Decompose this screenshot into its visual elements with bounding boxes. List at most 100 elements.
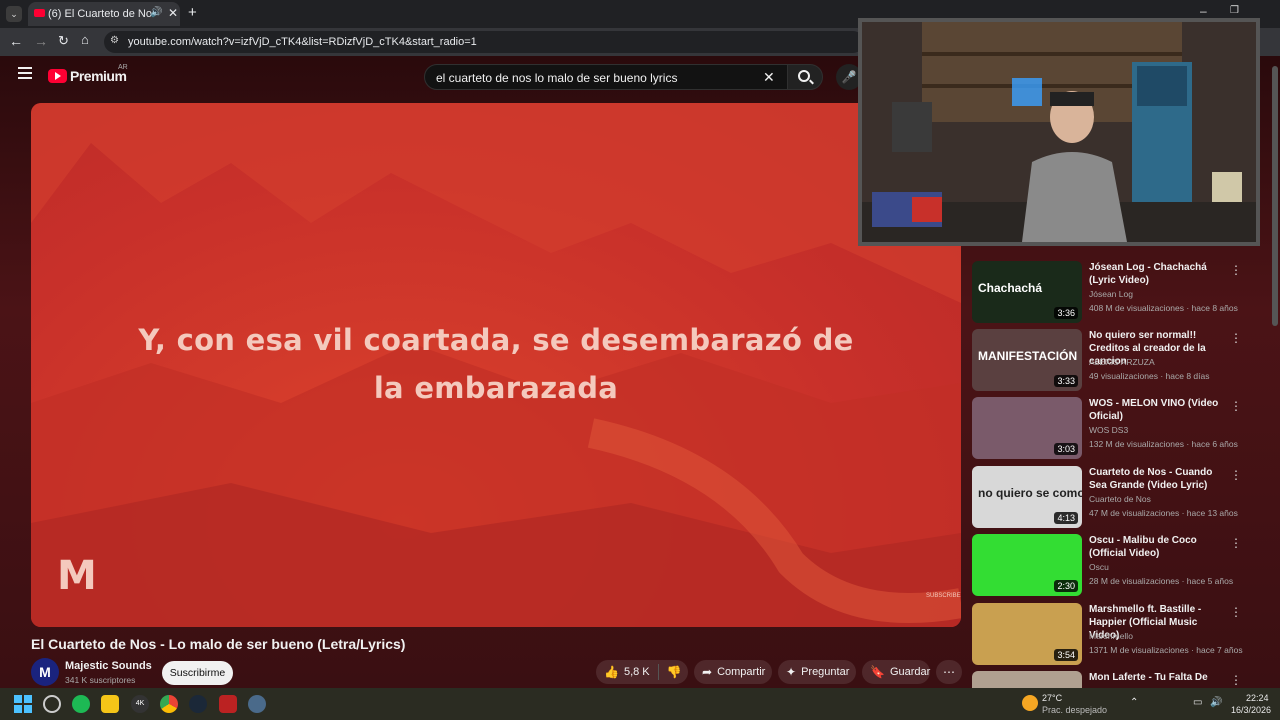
webcam-overlay bbox=[858, 18, 1260, 246]
channel-avatar[interactable]: M bbox=[31, 658, 59, 686]
more-options-icon[interactable]: ⋮ bbox=[1230, 468, 1242, 482]
ask-label: Preguntar bbox=[801, 666, 850, 678]
video-player[interactable]: Y, con esa vil coartada, se desembarazó … bbox=[31, 103, 961, 627]
recommendation-title[interactable]: Mon Laferte - Tu Falta De bbox=[1089, 671, 1227, 684]
lyric-line-2: la embarazada bbox=[373, 371, 619, 405]
recommendation-item[interactable]: 3:03 WOS - MELON VINO (Video Oficial) WOS … bbox=[972, 397, 1272, 463]
weather-temp: 27°C bbox=[1042, 693, 1063, 703]
duration-badge: 3:36 bbox=[1054, 307, 1078, 319]
weather-icon[interactable] bbox=[1022, 695, 1038, 711]
duration-badge: 4:13 bbox=[1054, 512, 1078, 524]
chrome-icon[interactable] bbox=[160, 695, 178, 713]
tray-chevron-icon[interactable]: ⌃ bbox=[1130, 697, 1138, 708]
channel-name[interactable]: Majestic Sounds bbox=[65, 660, 152, 672]
recommendation-item[interactable]: 2:30 Oscu - Malibu de Coco (Official Vide… bbox=[972, 534, 1272, 600]
tab-search-button[interactable]: ⌄ bbox=[6, 6, 22, 22]
search-button[interactable] bbox=[787, 64, 823, 90]
recommendation-meta: 1371 M de visualizaciones · hace 7 años bbox=[1089, 645, 1243, 655]
home-icon[interactable]: ⌂ bbox=[81, 32, 89, 47]
video-thumbnail[interactable]: 2:30 bbox=[972, 534, 1082, 596]
thumbs-up-icon: 👍 bbox=[604, 665, 619, 679]
video-thumbnail[interactable]: 3:54 bbox=[972, 603, 1082, 665]
tab-close-icon[interactable]: ✕ bbox=[168, 6, 178, 20]
recommendation-item[interactable]: MANIFESTACIÓN 3:33 No quiero ser normal!! … bbox=[972, 329, 1272, 395]
recommendation-item[interactable]: Mon Laferte - Tu Falta De ⋮ bbox=[972, 671, 1272, 688]
tab-title: (6) El Cuarteto de Nos - Lo bbox=[48, 8, 152, 20]
minimize-button[interactable]: – bbox=[1200, 4, 1207, 18]
subscribe-button[interactable]: Suscribirme bbox=[162, 661, 233, 685]
duration-badge: 3:03 bbox=[1054, 443, 1078, 455]
watermark-text: M bbox=[57, 553, 97, 599]
thumbnail-text: Chachachá bbox=[978, 281, 1043, 295]
subscriber-count: 341 K suscriptores bbox=[65, 675, 136, 685]
recommendation-channel[interactable]: Jósean Log bbox=[1089, 289, 1133, 299]
more-options-icon[interactable]: ⋮ bbox=[1230, 605, 1242, 619]
volume-icon[interactable]: 🔊 bbox=[1210, 697, 1222, 708]
recommendation-title[interactable]: Oscu - Malibu de Coco (Official Video) bbox=[1089, 534, 1227, 560]
weather-desc: Prac. despejado bbox=[1042, 705, 1108, 715]
restore-button[interactable]: ❐ bbox=[1230, 5, 1239, 16]
more-options-icon[interactable]: ⋮ bbox=[1230, 399, 1242, 413]
reload-icon[interactable]: ↻ bbox=[58, 33, 69, 49]
recommendation-channel[interactable]: Cuarteto de Nos bbox=[1089, 494, 1151, 504]
video-thumbnail[interactable] bbox=[972, 671, 1082, 688]
recommendation-meta: 408 M de visualizaciones · hace 8 años bbox=[1089, 303, 1238, 313]
webcam-scene bbox=[862, 22, 1256, 242]
share-button[interactable]: ➦ Compartir bbox=[694, 660, 772, 684]
thumbs-down-icon[interactable]: 👎 bbox=[667, 665, 682, 679]
menu-icon[interactable] bbox=[18, 67, 32, 79]
taskbar: 4K 27°C Prac. despejado ⌃ ▭ 🔊 22:24 16/3… bbox=[0, 688, 1280, 720]
network-icon[interactable]: ▭ bbox=[1193, 697, 1202, 708]
4k-app-icon[interactable]: 4K bbox=[131, 695, 149, 713]
new-tab-button[interactable]: + bbox=[188, 4, 197, 21]
recommendation-channel[interactable]: Marshmello bbox=[1089, 631, 1133, 641]
recommendation-item[interactable]: Chachachá 3:36 Jósean Log - Chachachá (Lyr… bbox=[972, 261, 1272, 327]
spotify-icon[interactable] bbox=[72, 695, 90, 713]
ask-button[interactable]: ✦ Preguntar bbox=[778, 660, 856, 684]
more-actions-button[interactable]: ⋯ bbox=[936, 660, 962, 684]
audio-playing-icon[interactable]: 🔊 bbox=[150, 7, 162, 18]
like-button[interactable]: 👍 5,8 K bbox=[596, 665, 650, 679]
more-options-icon[interactable]: ⋮ bbox=[1230, 536, 1242, 550]
address-field[interactable]: ⚙ youtube.com/watch?v=izfVjD_cTK4&list=R… bbox=[104, 31, 864, 53]
recommendation-meta: 49 visualizaciones · hace 8 días bbox=[1089, 371, 1210, 381]
more-options-icon[interactable]: ⋮ bbox=[1230, 331, 1242, 345]
more-options-icon[interactable]: ⋮ bbox=[1230, 263, 1242, 277]
share-icon: ➦ bbox=[702, 665, 713, 679]
browser-tab[interactable]: (6) El Cuarteto de Nos - Lo 🔊 ✕ bbox=[28, 2, 180, 26]
thumbnail-text: MANIFESTACIÓN bbox=[978, 349, 1078, 363]
video-thumbnail[interactable]: MANIFESTACIÓN 3:33 bbox=[972, 329, 1082, 391]
recommendation-item[interactable]: 3:54 Marshmello ft. Bastille - Happier (O… bbox=[972, 603, 1272, 669]
recommendation-title[interactable]: Cuarteto de Nos - Cuando Sea Grande (Vid… bbox=[1089, 466, 1227, 492]
url-text: youtube.com/watch?v=izfVjD_cTK4&list=RDi… bbox=[128, 36, 477, 48]
recommendation-channel[interactable]: ALEXIS ARZUZA bbox=[1089, 357, 1155, 367]
clear-search-icon[interactable]: ✕ bbox=[763, 69, 775, 86]
video-thumbnail[interactable]: 3:03 bbox=[972, 397, 1082, 459]
video-thumbnail[interactable]: Chachachá 3:36 bbox=[972, 261, 1082, 323]
clock-time[interactable]: 22:24 bbox=[1246, 693, 1269, 703]
back-icon[interactable]: ← bbox=[9, 33, 23, 49]
divider bbox=[657, 664, 659, 680]
save-label: Guardar bbox=[889, 666, 931, 678]
windows-start-icon[interactable] bbox=[14, 695, 32, 713]
more-options-icon[interactable]: ⋮ bbox=[1230, 673, 1242, 687]
scrollbar[interactable] bbox=[1272, 66, 1278, 326]
recommendation-channel[interactable]: Oscu bbox=[1089, 562, 1109, 572]
settings-app-icon[interactable] bbox=[43, 695, 61, 713]
gear-icon[interactable] bbox=[248, 695, 266, 713]
region-label: AR bbox=[118, 64, 128, 71]
search-input[interactable]: el cuarteto de nos lo malo de ser bueno … bbox=[424, 64, 788, 90]
forward-icon[interactable]: → bbox=[34, 33, 48, 49]
video-thumbnail[interactable]: no quiero se como vo 4:13 bbox=[972, 466, 1082, 528]
recommendation-title[interactable]: WOS - MELON VINO (Video Oficial) bbox=[1089, 397, 1227, 423]
youtube-favicon-icon bbox=[34, 9, 45, 17]
recommendation-title[interactable]: Jósean Log - Chachachá (Lyric Video) bbox=[1089, 261, 1227, 287]
video-app-icon[interactable] bbox=[219, 695, 237, 713]
steam-icon[interactable] bbox=[189, 695, 207, 713]
site-info-icon[interactable]: ⚙ bbox=[110, 35, 119, 46]
clock-date[interactable]: 16/3/2026 bbox=[1231, 705, 1271, 715]
file-explorer-icon[interactable] bbox=[101, 695, 119, 713]
recommendation-channel[interactable]: WOS DS3 bbox=[1089, 425, 1128, 435]
recommendation-item[interactable]: no quiero se como vo 4:13 Cuarteto de Nos … bbox=[972, 466, 1272, 532]
save-button[interactable]: 🔖 Guardar bbox=[862, 660, 930, 684]
